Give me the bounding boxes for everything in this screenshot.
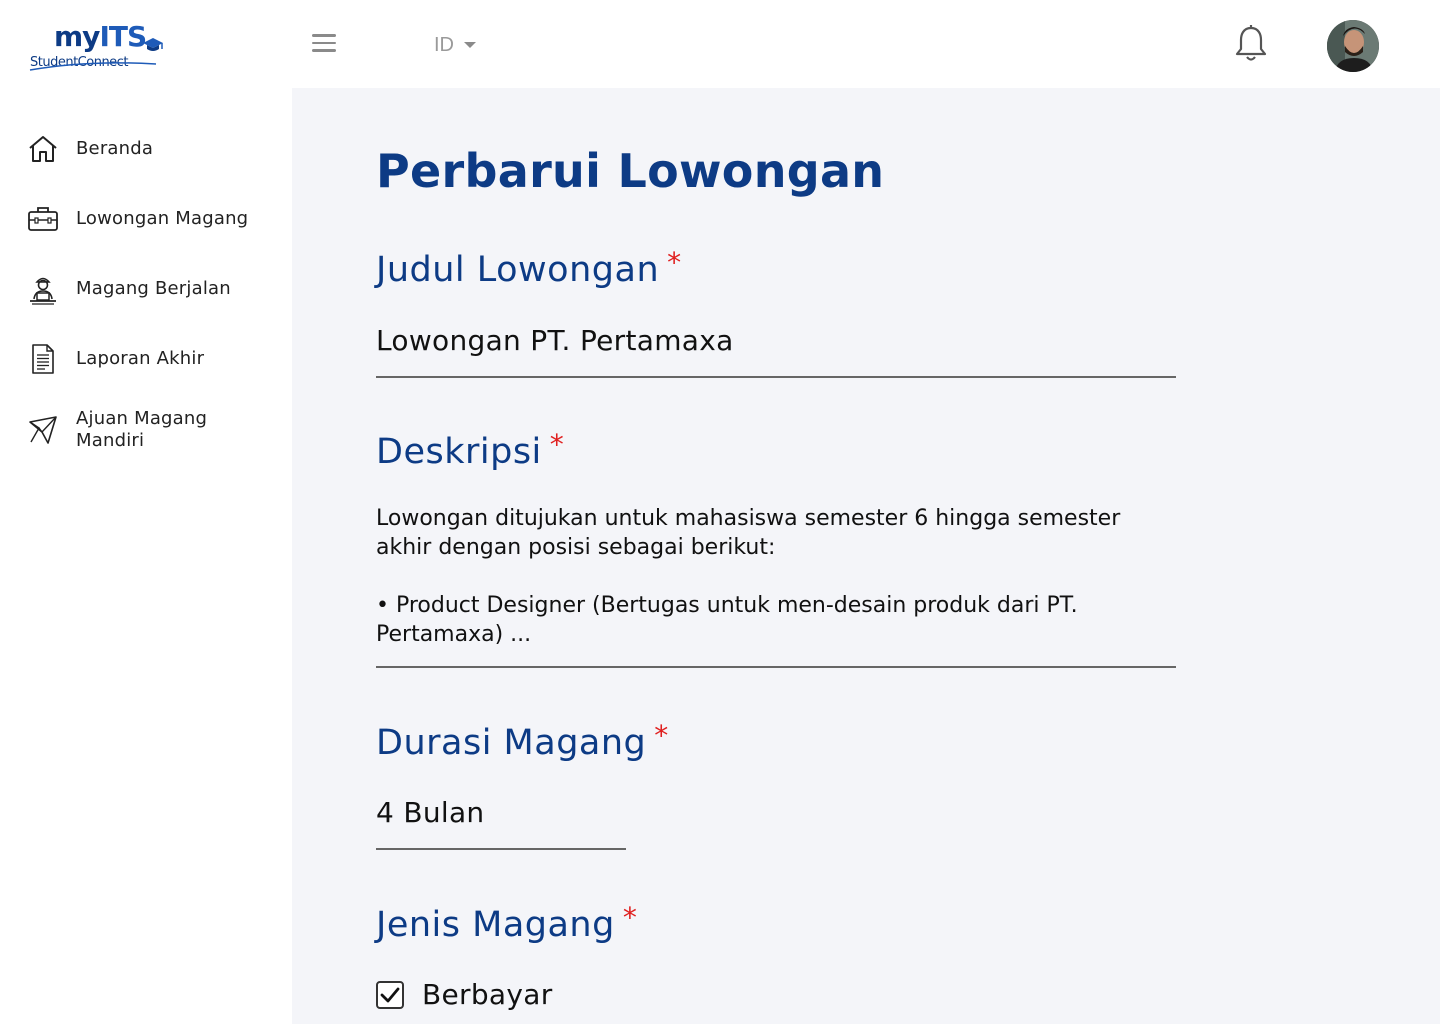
sidebar-item-laporan-akhir[interactable]: Laporan Akhir <box>26 342 204 376</box>
hamburger-menu-button[interactable] <box>312 34 340 56</box>
sidebar-item-lowongan-magang[interactable]: Lowongan Magang <box>26 202 248 236</box>
required-marker: * <box>654 719 669 752</box>
user-avatar[interactable] <box>1327 20 1379 72</box>
language-selector[interactable]: ID <box>434 32 476 58</box>
required-marker: * <box>549 428 565 461</box>
jenis-berbayar-option[interactable]: Berbayar <box>376 978 553 1011</box>
judul-lowongan-label: Judul Lowongan * <box>376 246 682 290</box>
page-title: Perbarui Lowongan <box>376 144 885 198</box>
deskripsi-bullet: • Product Designer (Bertugas untuk men-d… <box>376 593 1078 647</box>
durasi-magang-label: Durasi Magang * <box>376 719 669 763</box>
home-icon <box>26 132 60 166</box>
checkmark-icon <box>380 987 400 1002</box>
graduation-cap-icon <box>143 38 163 51</box>
sidebar: Beranda Lowongan Magang Magang Berjalan … <box>0 88 292 1024</box>
sidebar-item-label: Laporan Akhir <box>76 348 205 369</box>
hamburger-line <box>312 49 336 52</box>
sidebar-item-magang-berjalan[interactable]: Magang Berjalan <box>26 272 231 306</box>
document-icon <box>26 342 60 376</box>
hamburger-line <box>312 34 336 37</box>
sidebar-item-label: Magang Berjalan <box>76 278 231 299</box>
hamburger-line <box>312 41 336 44</box>
sidebar-item-label: Lowongan Magang <box>76 208 249 229</box>
durasi-magang-input[interactable]: 4 Bulan <box>376 796 626 850</box>
jenis-magang-label: Jenis Magang * <box>376 901 637 945</box>
main-content: Perbarui Lowongan Judul Lowongan * Lowong… <box>292 88 1440 1024</box>
deskripsi-label: Deskripsi * <box>376 428 564 472</box>
sidebar-item-label: Ajuan Magang Mandiri <box>76 408 208 451</box>
field-label-text: Judul Lowongan <box>376 250 660 290</box>
required-marker: * <box>622 901 638 934</box>
durasi-magang-value: 4 Bulan <box>376 796 485 829</box>
myits-logo[interactable]: myITS StudentConnect <box>28 20 168 74</box>
sidebar-item-ajuan-magang-mandiri[interactable]: Ajuan Magang Mandiri <box>26 408 226 452</box>
logo-prefix: my <box>54 20 100 53</box>
berbayar-label: Berbayar <box>422 978 553 1011</box>
judul-lowongan-input[interactable]: Lowongan PT. Pertamaxa <box>376 324 1176 378</box>
top-bar: myITS StudentConnect ID <box>0 0 1440 88</box>
logo-suffix: ITS <box>99 20 147 53</box>
briefcase-icon <box>26 202 60 236</box>
judul-lowongan-value: Lowongan PT. Pertamaxa <box>376 324 734 357</box>
language-code: ID <box>434 33 454 56</box>
logo-swoosh <box>29 62 157 71</box>
sidebar-item-beranda[interactable]: Beranda <box>26 132 153 166</box>
required-marker: * <box>667 246 682 279</box>
bell-icon[interactable] <box>1232 24 1270 64</box>
field-label-text: Jenis Magang <box>376 905 615 945</box>
worker-at-laptop-icon <box>26 272 60 306</box>
sidebar-item-label: Beranda <box>76 138 154 159</box>
avatar-photo <box>1327 20 1379 72</box>
field-label-text: Durasi Magang <box>376 723 647 763</box>
caret-down-icon <box>464 42 476 48</box>
berbayar-checkbox[interactable] <box>376 980 404 1009</box>
deskripsi-paragraph: Lowongan ditujukan untuk mahasiswa semes… <box>376 506 1121 560</box>
paper-plane-icon <box>26 413 60 447</box>
field-label-text: Deskripsi <box>376 432 542 472</box>
logo-wordmark: myITS <box>54 20 147 53</box>
deskripsi-textarea[interactable]: Lowongan ditujukan untuk mahasiswa semes… <box>376 504 1176 668</box>
